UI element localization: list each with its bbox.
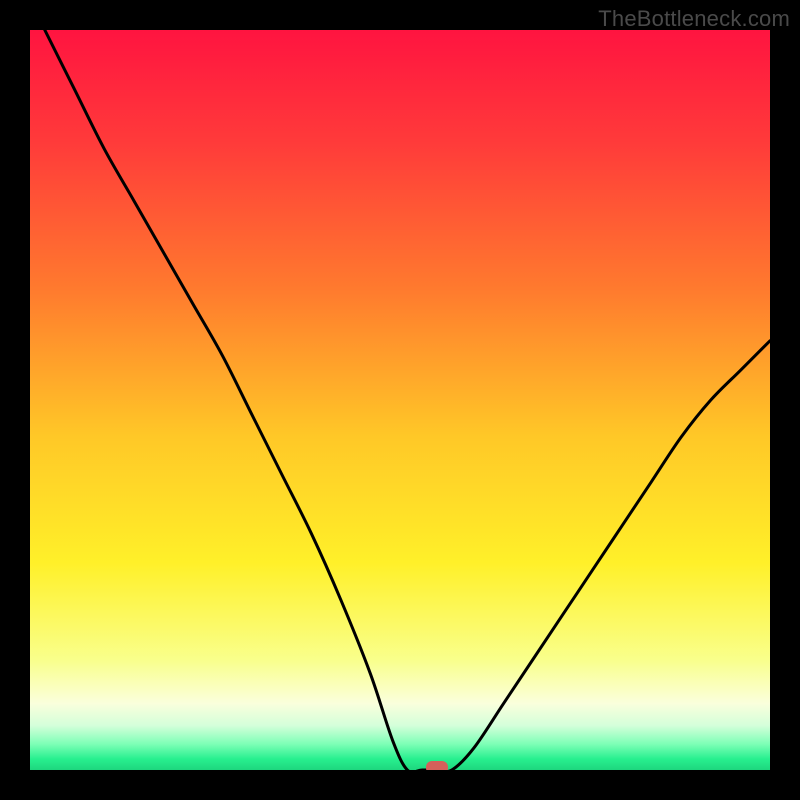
chart-background xyxy=(30,30,770,770)
chart-frame: TheBottleneck.com xyxy=(0,0,800,800)
optimal-point-marker xyxy=(426,761,448,770)
watermark-text: TheBottleneck.com xyxy=(598,6,790,32)
bottleneck-chart xyxy=(30,30,770,770)
